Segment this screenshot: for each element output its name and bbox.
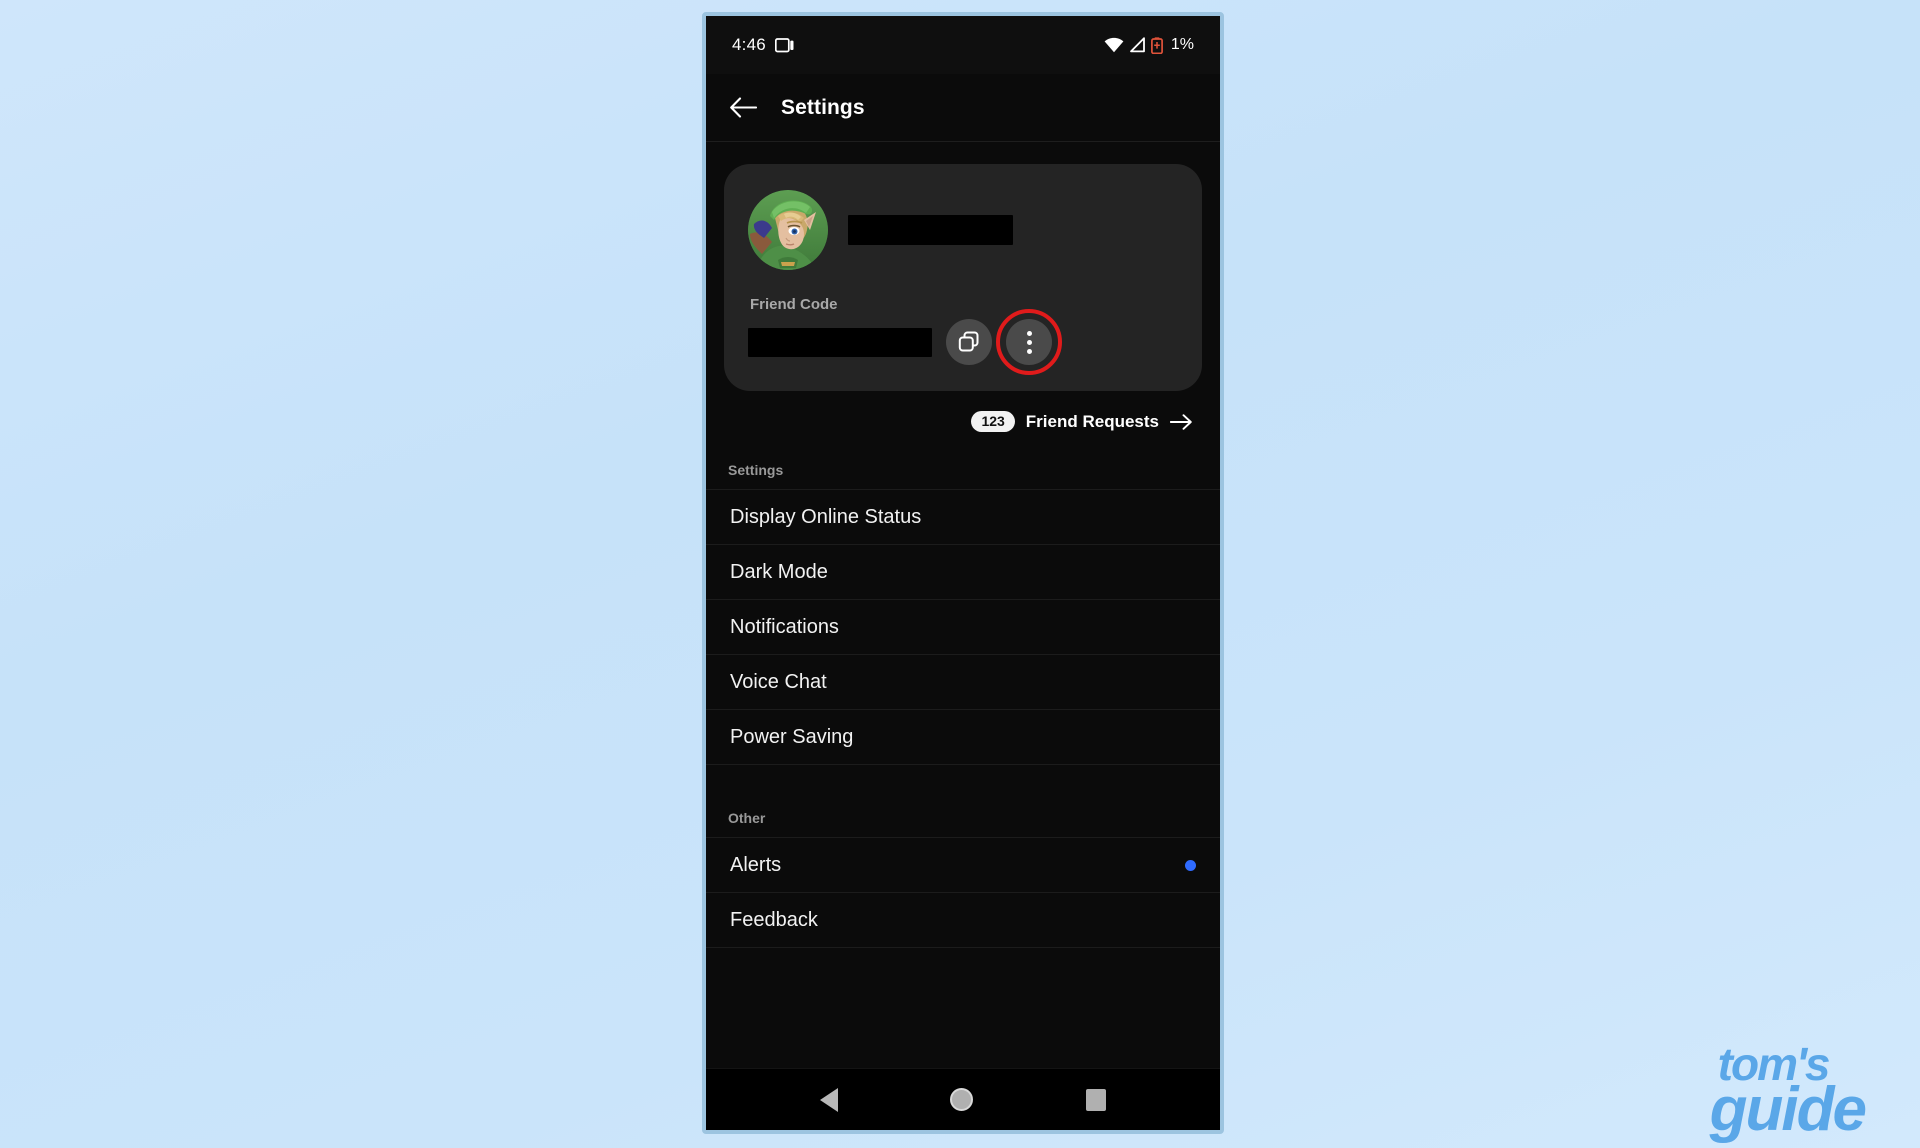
list-item-power-saving[interactable]: Power Saving: [706, 709, 1220, 764]
list-item-label: Alerts: [730, 853, 782, 876]
friend-requests-row[interactable]: 123 Friend Requests: [706, 391, 1220, 450]
phone-screenshot-frame: 4:46 1% Settings Friend Code 123 Friend …: [702, 12, 1224, 1134]
list-item-display-online-status[interactable]: Display Online Status: [706, 489, 1220, 544]
arrow-right-icon: [1169, 413, 1192, 430]
friend-requests-label: Friend Requests: [1025, 411, 1159, 431]
toms-guide-watermark: tom's guide: [1709, 1042, 1867, 1144]
status-bar: 4:46 1%: [706, 16, 1220, 74]
list-item-label: Notifications: [730, 615, 839, 638]
nav-home-circle-icon[interactable]: [950, 1088, 974, 1111]
section-header-other: Other: [728, 810, 766, 826]
more-menu-highlight: [996, 309, 1062, 375]
section-header-settings: Settings: [728, 462, 784, 478]
list-item-voice-chat[interactable]: Voice Chat: [706, 654, 1220, 709]
nav-recents-square-icon[interactable]: [1085, 1088, 1106, 1111]
app-bar: Settings: [706, 74, 1220, 142]
android-nav-bar: [706, 1068, 1220, 1130]
battery-low-icon: [1150, 36, 1163, 54]
more-vertical-icon[interactable]: [1006, 319, 1052, 365]
section-divider: [706, 764, 1220, 798]
alerts-unread-dot: [1185, 859, 1196, 871]
list-item-label: Voice Chat: [730, 670, 827, 693]
page-title: Settings: [781, 95, 865, 119]
list-item-feedback[interactable]: Feedback: [706, 892, 1220, 947]
nav-back-triangle-icon[interactable]: [820, 1087, 839, 1112]
user-avatar-link[interactable]: [748, 190, 828, 270]
copy-icon[interactable]: [946, 319, 992, 365]
cast-screen-icon: [774, 37, 794, 53]
list-item-label: Feedback: [730, 908, 818, 931]
wifi-icon: [1104, 37, 1124, 53]
cellular-signal-icon: [1129, 37, 1146, 53]
status-bar-time: 4:46: [732, 35, 766, 54]
watermark-line-2: guide: [1709, 1074, 1867, 1144]
battery-percent-label: 1%: [1170, 36, 1194, 53]
back-arrow-icon[interactable]: [730, 97, 757, 118]
friend-requests-badge: 123: [971, 411, 1015, 432]
list-item-label: Display Online Status: [730, 505, 922, 528]
list-item-notifications[interactable]: Notifications: [706, 599, 1220, 654]
friend-code-label: Friend Code: [750, 296, 838, 313]
list-item-dark-mode[interactable]: Dark Mode: [706, 544, 1220, 599]
profile-card: Friend Code: [724, 164, 1202, 391]
username-redacted: [848, 215, 1013, 245]
friend-code-redacted: [748, 327, 932, 357]
list-item-label: Dark Mode: [730, 560, 828, 583]
settings-screen: Friend Code 123 Friend Requests Settings…: [706, 142, 1220, 1068]
list-item-label: Power Saving: [730, 725, 854, 748]
list-item-alerts[interactable]: Alerts: [706, 837, 1220, 892]
list-bottom-spacer: [706, 947, 1220, 1068]
three-dots: [1026, 330, 1032, 354]
